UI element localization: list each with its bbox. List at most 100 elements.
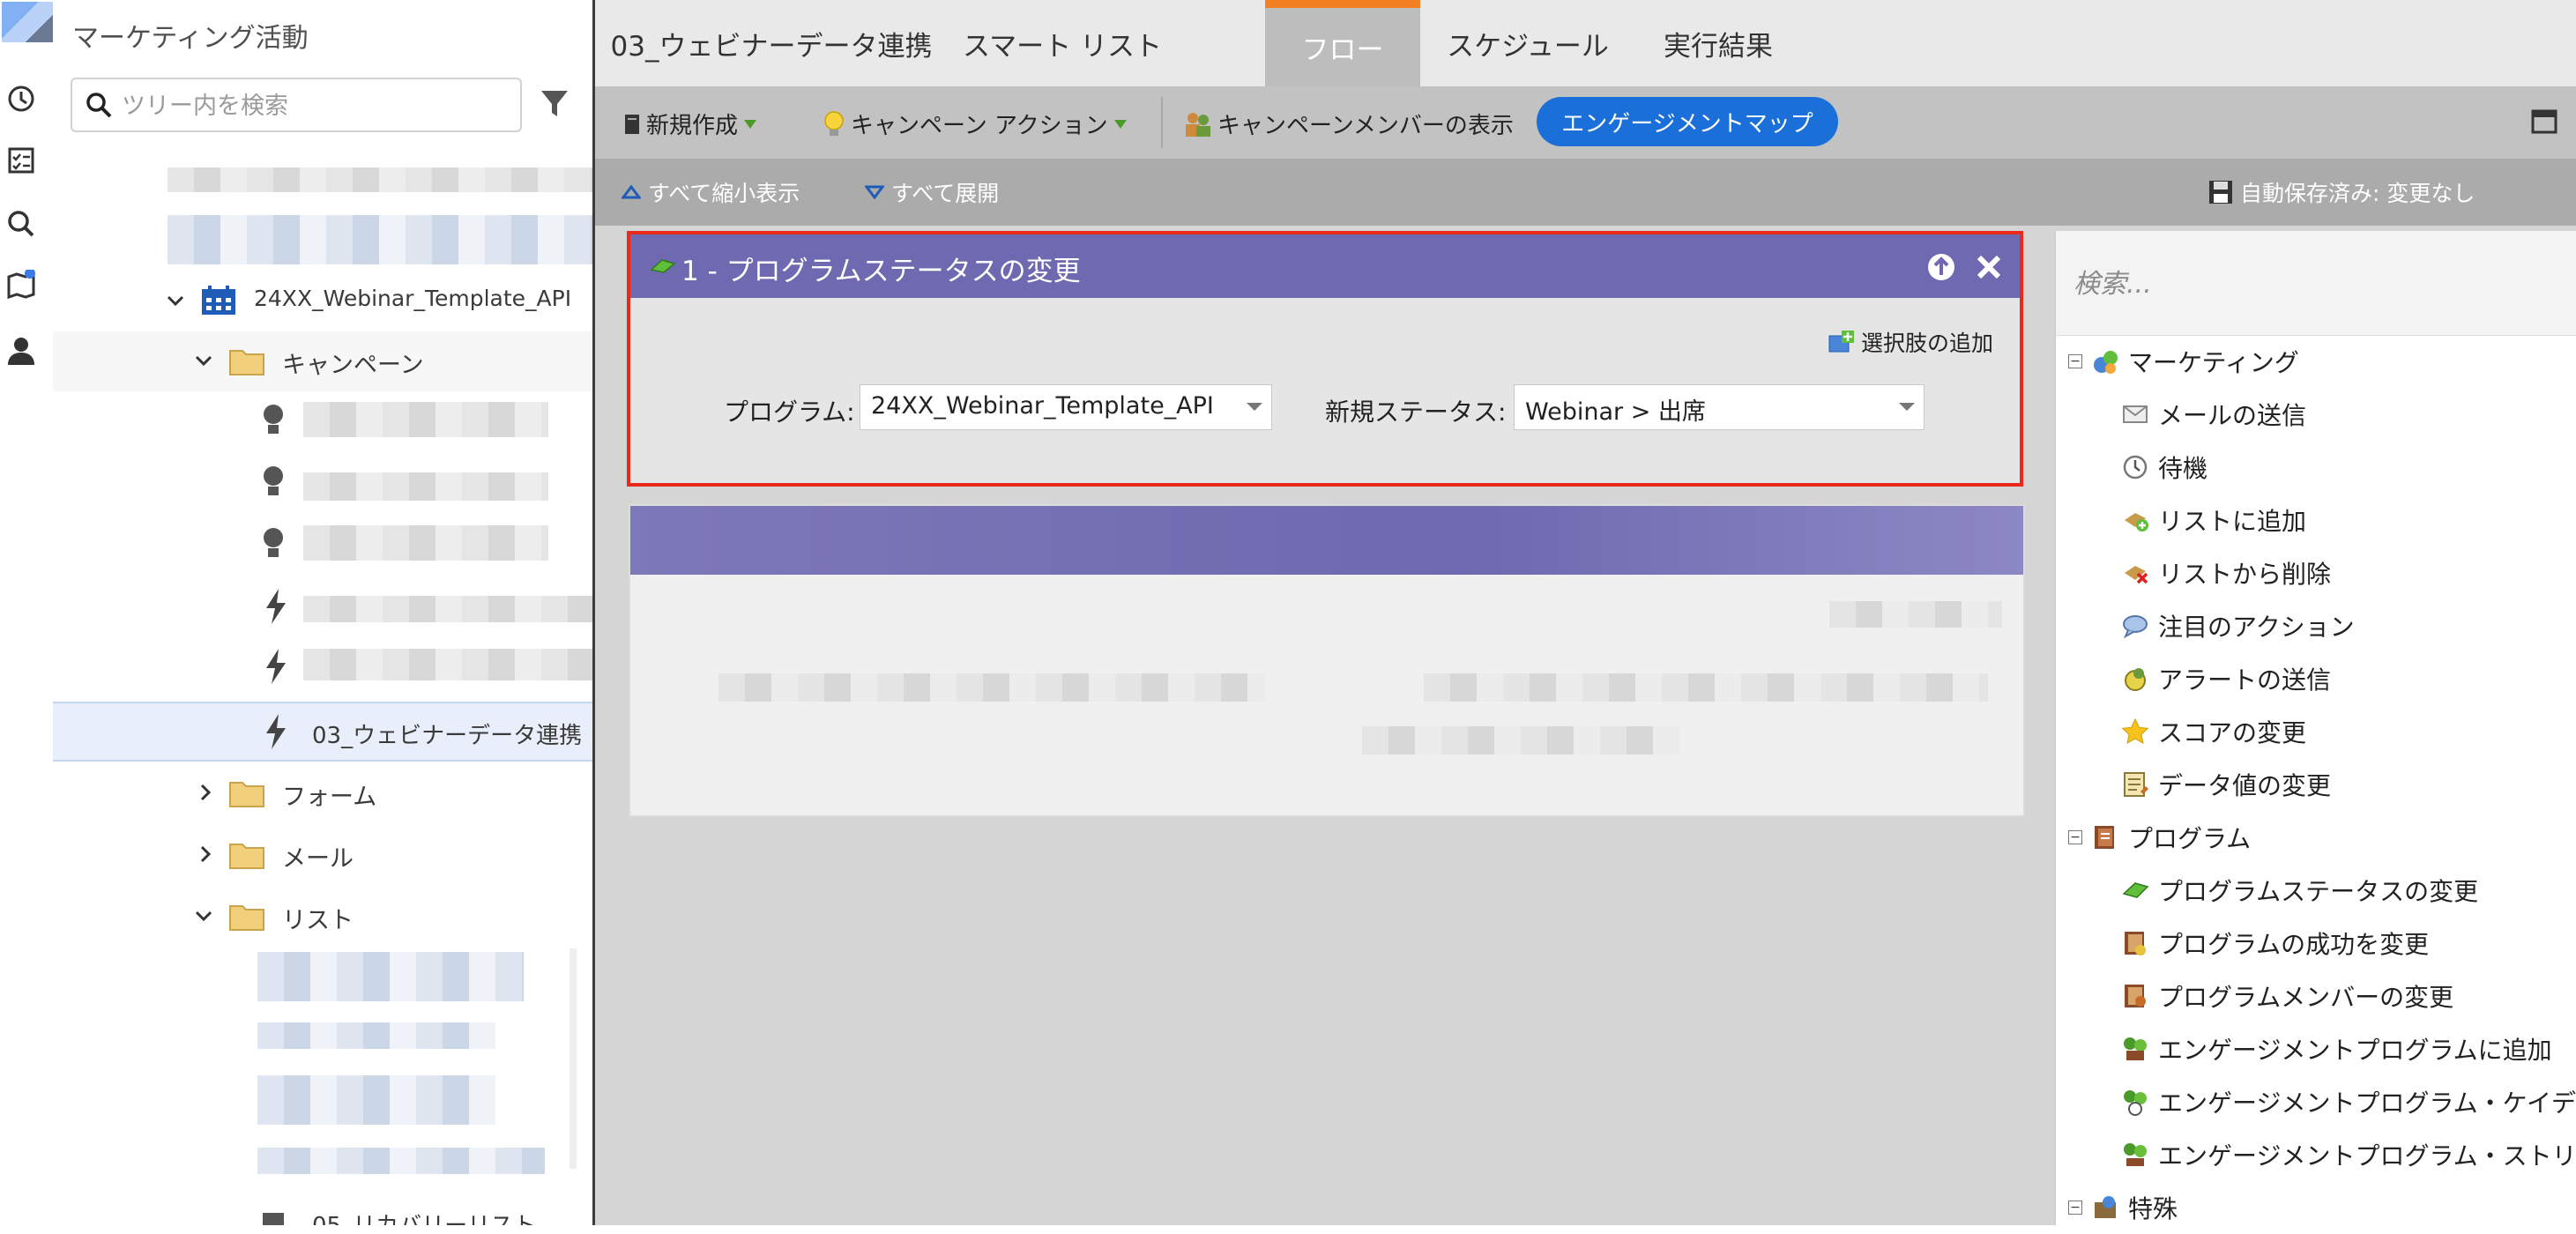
tree-folder-campaign[interactable]: キャンペーン [53, 331, 592, 391]
palette-item-label: プログラムメンバーの変更 [2158, 983, 2454, 1012]
flow-step-card-blurred[interactable] [629, 504, 2025, 817]
program-field-label: プログラム: [724, 398, 855, 427]
window-icon[interactable] [2531, 109, 2557, 134]
tree-item-label: 05_リカバリーリスト [312, 1208, 536, 1225]
tree-search-input[interactable] [120, 79, 511, 132]
scrollbar-track[interactable] [570, 948, 577, 1169]
tree-item-selected-campaign[interactable]: 03_ウェビナーデータ連携 [53, 702, 592, 762]
folder-icon [229, 782, 264, 807]
new-button[interactable]: 新規作成 [623, 108, 757, 140]
palette-item[interactable]: リストに追加 [2121, 494, 2306, 546]
folder-icon [229, 905, 264, 931]
status-select-value: Webinar > 出席 [1525, 398, 1706, 426]
tree-item-blurred[interactable] [257, 1022, 495, 1049]
program-icon [2095, 826, 2114, 849]
history-icon[interactable] [5, 83, 37, 115]
palette-item[interactable]: アラートの送信 [2121, 652, 2331, 705]
chevron-down-icon [1899, 403, 1915, 411]
campaign-action-button[interactable]: キャンペーン アクション [823, 108, 1128, 140]
calendar-icon [202, 286, 235, 315]
palette-item[interactable]: 注目のアクション [2121, 599, 2355, 652]
collapse-all-button[interactable]: すべて縮小表示 [622, 176, 800, 208]
tree-item-blurred[interactable] [303, 402, 548, 437]
palette-item[interactable]: プログラムの成功を変更 [2121, 917, 2429, 970]
engagement-map-button[interactable]: エンゲージメントマップ [1537, 97, 1838, 146]
tree-folder-form[interactable]: フォーム [53, 763, 592, 823]
palette-item-label: アラートの送信 [2158, 665, 2332, 695]
chevron-down-icon[interactable] [194, 351, 213, 370]
palette-category-marketing[interactable]: − マーケティング [2068, 335, 2299, 388]
palette-item[interactable]: スコアの変更 [2121, 705, 2306, 758]
palette-item[interactable]: エンゲージメントプログラム・ケイデン [2121, 1075, 2576, 1128]
tab-campaign-name[interactable]: 03_ウェビナーデータ連携 [595, 0, 948, 86]
palette-item[interactable]: リストから削除 [2121, 546, 2331, 599]
palette-item-label: リストから削除 [2158, 560, 2332, 589]
toolbar-separator [1161, 97, 1163, 148]
tree-item-blurred[interactable] [303, 472, 548, 501]
user-icon[interactable] [5, 335, 37, 367]
palette-category-label: マーケティング [2128, 348, 2299, 377]
search-icon[interactable] [5, 208, 37, 240]
map-icon[interactable] [5, 270, 37, 301]
palette-item[interactable]: プログラムステータスの変更 [2121, 864, 2478, 917]
app-logo [2, 2, 53, 42]
show-members-button[interactable]: キャンペーンメンバーの表示 [1184, 108, 1514, 140]
palette-item-label: リストに追加 [2158, 507, 2307, 536]
checklist-icon[interactable] [5, 145, 37, 176]
palette-item-label: スコアの変更 [2158, 718, 2307, 747]
palette-item[interactable]: メールの送信 [2121, 388, 2306, 441]
tree-item-blurred[interactable] [257, 1148, 545, 1174]
tree-folder-list[interactable]: リスト [53, 887, 592, 947]
tree-item-blurred[interactable] [303, 649, 592, 680]
palette-item-label: エンゲージメントプログラム・ケイデン [2158, 1089, 2576, 1118]
tree-folder-label: メール [282, 845, 354, 873]
tree-item-blurred[interactable] [303, 596, 592, 622]
flow-step-card[interactable]: 1 - プログラムステータスの変更 選択肢の追加 プログラム: 24XX_Web… [627, 231, 2023, 487]
tab-schedule[interactable]: スケジュール [1431, 0, 1625, 86]
chevron-right-icon[interactable] [196, 783, 215, 802]
tree-folder-mail[interactable]: メール [53, 825, 592, 885]
collapse-toggle-icon[interactable]: − [2068, 830, 2082, 844]
palette-category-special[interactable]: − 特殊 [2068, 1181, 2178, 1234]
palette-search-input[interactable] [2072, 261, 2551, 307]
tab-flow[interactable]: フロー [1265, 0, 1420, 86]
dropdown-arrow-icon [1113, 119, 1127, 129]
add-choice-button[interactable]: 選択肢の追加 [1828, 326, 1993, 358]
palette-item[interactable]: エンゲージメントプログラムに追加 [2121, 1022, 2552, 1075]
tab-smart-list[interactable]: スマート リスト [948, 0, 1177, 86]
status-select[interactable]: Webinar > 出席 [1514, 384, 1925, 430]
chevron-down-icon[interactable] [194, 906, 213, 926]
filter-icon[interactable] [540, 88, 570, 120]
palette-item[interactable]: 待機 [2121, 441, 2207, 494]
flow-step-header-blurred[interactable] [630, 506, 2023, 575]
palette-search-box[interactable] [2056, 231, 2576, 336]
tree-folder-label: キャンペーン [282, 352, 424, 379]
chevron-right-icon[interactable] [196, 844, 215, 864]
tree-item-blurred[interactable] [303, 525, 548, 561]
expand-all-button[interactable]: すべて展開 [865, 176, 999, 208]
collapse-toggle-icon[interactable]: − [2068, 1201, 2082, 1215]
collapse-all-label: すべて縮小表示 [648, 181, 800, 206]
tree-search-box[interactable] [71, 78, 522, 132]
palette-category-program[interactable]: − プログラム [2068, 811, 2251, 864]
palette-item[interactable]: エンゲージメントプログラム・ストリー [2121, 1128, 2576, 1181]
tree-item-blurred[interactable] [257, 1075, 495, 1125]
flow-toolbar: すべて縮小表示 すべて展開 自動保存済み: 変更なし [595, 159, 2576, 226]
close-icon[interactable] [1974, 252, 2004, 282]
people-icon [1186, 112, 1210, 137]
palette-item[interactable]: データ値の変更 [2121, 758, 2331, 811]
lightbulb-icon [264, 405, 283, 434]
show-members-label: キャンペーンメンバーの表示 [1217, 113, 1514, 139]
flow-step-header[interactable]: 1 - プログラムステータスの変更 [630, 234, 2020, 298]
tree-item-blurred[interactable] [257, 952, 524, 1001]
tree-item-blurred[interactable] [168, 167, 592, 192]
list-item-icon [263, 1213, 284, 1225]
chevron-down-icon[interactable] [166, 291, 185, 310]
collapse-toggle-icon[interactable]: − [2068, 354, 2082, 368]
tree-item-program[interactable]: 24XX_Webinar_Template_API [53, 271, 592, 331]
palette-item[interactable]: プログラムメンバーの変更 [2121, 970, 2453, 1022]
program-select[interactable]: 24XX_Webinar_Template_API [860, 384, 1272, 430]
tree-item-blurred[interactable] [168, 215, 592, 264]
move-up-icon[interactable] [1926, 252, 1956, 282]
tab-results[interactable]: 実行結果 [1632, 0, 1805, 86]
